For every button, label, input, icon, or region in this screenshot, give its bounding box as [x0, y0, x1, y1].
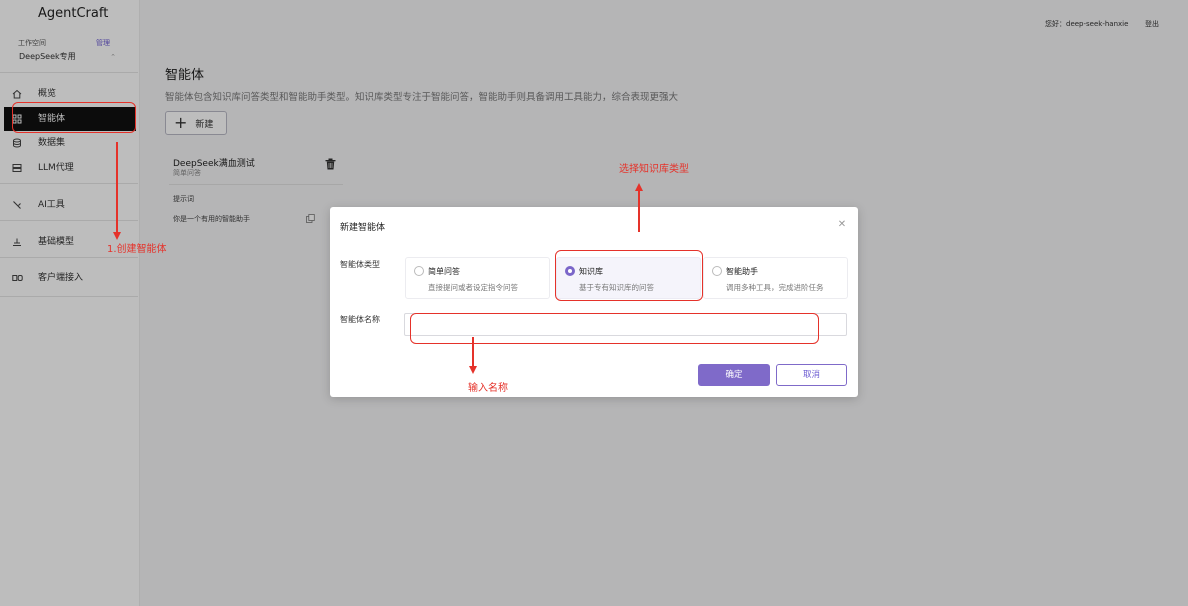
- annotation-step2: 选择知识库类型: [619, 164, 689, 175]
- annotation-step3: 输入名称: [468, 383, 508, 394]
- annotation-arrow-line: [638, 190, 640, 232]
- annotation-arrow-line: [472, 337, 474, 367]
- radio-icon: [712, 266, 722, 276]
- confirm-button[interactable]: 确定: [698, 364, 770, 386]
- new-agent-modal: 新建智能体 ✕ 智能体类型 简单问答 直接提问或者设定指令问答 知识库 基于专有…: [330, 207, 858, 397]
- close-icon[interactable]: ✕: [836, 219, 848, 231]
- agent-type-option-simple-qa[interactable]: 简单问答 直接提问或者设定指令问答: [405, 257, 550, 299]
- modal-title: 新建智能体: [340, 223, 386, 233]
- annotation-box-knowledge-option: [555, 250, 703, 301]
- cancel-button[interactable]: 取消: [776, 364, 847, 386]
- agent-name-label: 智能体名称: [340, 315, 380, 324]
- annotation-arrow-head: [469, 366, 477, 374]
- annotation-arrow-line: [116, 142, 118, 234]
- radio-icon: [414, 266, 424, 276]
- agent-type-option-assistant[interactable]: 智能助手 调用多种工具，完成进阶任务: [703, 257, 848, 299]
- annotation-step1: 1.创建智能体: [107, 244, 167, 255]
- annotation-arrow-head: [113, 232, 121, 240]
- agent-type-label: 智能体类型: [340, 260, 380, 269]
- annotation-box-agents-nav: [12, 102, 136, 133]
